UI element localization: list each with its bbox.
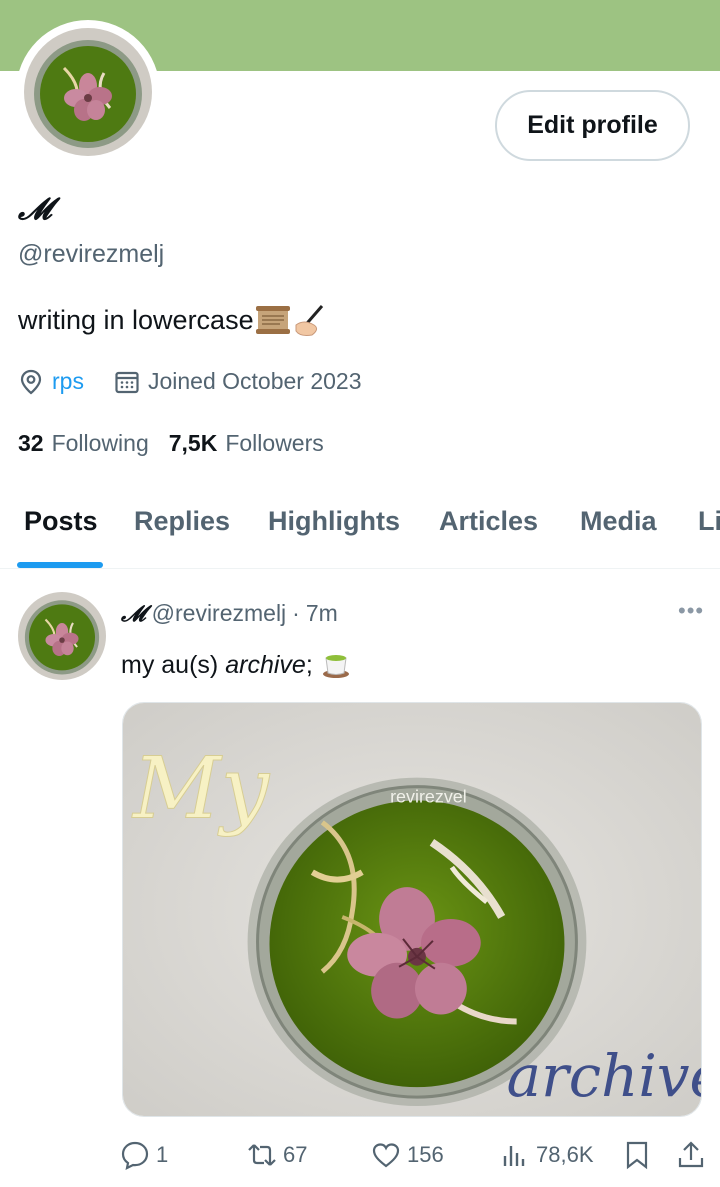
post-author-handle[interactable]: @revirezmelj (152, 600, 287, 627)
post-header: 𝓜 @revirezmelj · 7m (121, 600, 338, 627)
views-count: 78,6K (536, 1142, 594, 1167)
reply-button[interactable]: 1 (120, 1140, 168, 1170)
writing-hand-emoji-icon (292, 303, 328, 337)
followers-label: Followers (225, 430, 324, 456)
post-text-italic: archive (225, 650, 306, 679)
tab-highlights[interactable]: Highlights (268, 506, 400, 537)
image-watermark: revirezvel (390, 787, 467, 807)
active-tab-indicator (17, 562, 103, 568)
profile-meta: rps Joined October 2023 (18, 368, 362, 395)
post-text-plain: my au(s) (121, 650, 219, 679)
tab-posts[interactable]: Posts (24, 506, 98, 537)
following-link[interactable]: 32 Following (18, 430, 149, 457)
tab-likes[interactable]: Li (698, 506, 720, 537)
tab-replies[interactable]: Replies (134, 506, 230, 537)
followers-count: 7,5K (168, 430, 218, 456)
image-title-bottom: archive (507, 1042, 701, 1110)
following-count: 32 (18, 430, 44, 456)
following-label: Following (51, 430, 149, 456)
profile-tabs: Posts Replies Highlights Articles Media … (0, 490, 720, 569)
bio-text: writing in lowercase (18, 304, 254, 335)
bookmark-icon (622, 1140, 652, 1170)
post-time[interactable]: 7m (306, 600, 338, 627)
joined-date: Joined October 2023 (147, 368, 362, 394)
follow-stats: 32 Following 7,5K Followers (18, 430, 324, 457)
display-name: 𝓜 (18, 192, 52, 227)
like-icon (371, 1140, 401, 1170)
tab-media[interactable]: Media (580, 506, 657, 537)
views-button[interactable]: 78,6K (500, 1140, 594, 1170)
reply-count: 1 (156, 1142, 169, 1167)
repost-count: 67 (283, 1142, 308, 1167)
scroll-emoji-icon (255, 305, 290, 335)
tea-emoji-icon (321, 650, 351, 680)
post-text-suffix: ; (305, 650, 313, 679)
share-button[interactable] (676, 1140, 712, 1170)
bookmark-button[interactable] (622, 1140, 658, 1170)
post-actions: 1 67 156 78,6K (0, 1136, 720, 1176)
followers-link[interactable]: 7,5K Followers (169, 430, 324, 457)
post-image[interactable]: revirezvel My archive (122, 702, 702, 1117)
profile-bio: writing in lowercase (18, 303, 328, 337)
profile-handle: @revirezmelj (18, 240, 165, 268)
repost-button[interactable]: 67 (247, 1140, 307, 1170)
tab-articles[interactable]: Articles (439, 506, 538, 537)
views-icon (500, 1140, 530, 1170)
profile-avatar[interactable] (24, 28, 152, 156)
post-author-name[interactable]: 𝓜 (121, 601, 146, 627)
post-text: my au(s) archive ; (121, 650, 351, 680)
post-avatar[interactable] (18, 592, 106, 680)
share-icon (676, 1140, 706, 1170)
reply-icon (120, 1140, 150, 1170)
location-pin-icon (18, 369, 44, 395)
like-count: 156 (407, 1142, 444, 1167)
location-link[interactable]: rps (52, 368, 84, 395)
post-separator: · (292, 600, 300, 626)
more-icon[interactable]: ••• (678, 598, 704, 624)
calendar-icon (114, 369, 140, 395)
repost-icon (247, 1140, 277, 1170)
like-button[interactable]: 156 (371, 1140, 444, 1170)
edit-profile-button[interactable]: Edit profile (495, 90, 690, 161)
image-title-top: My (131, 739, 271, 838)
